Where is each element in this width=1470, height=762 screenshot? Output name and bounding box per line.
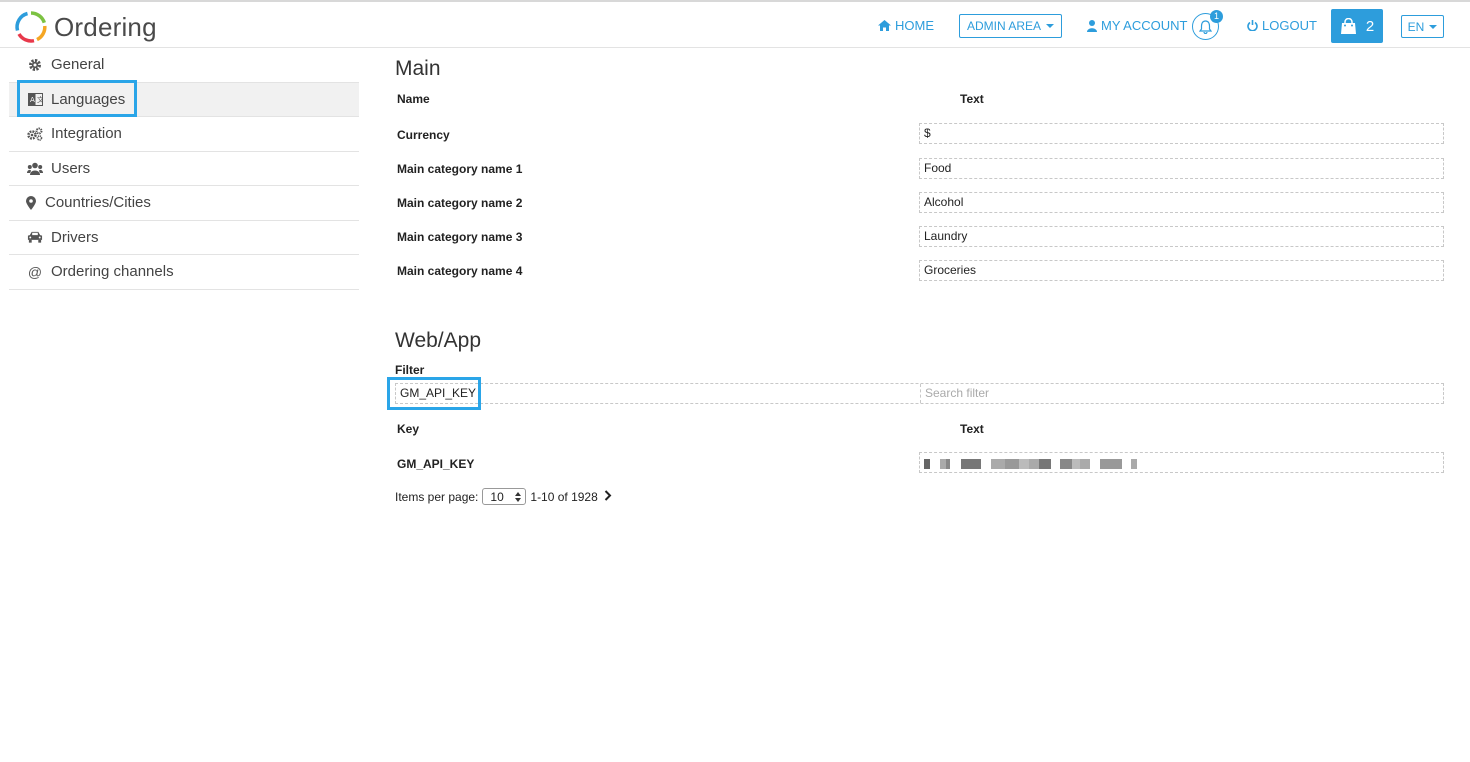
sidebar-item-label: General [51, 56, 105, 74]
row-label: Main category name 2 [397, 196, 523, 210]
table-header-row: Key Text [395, 422, 1444, 456]
sidebar-item-countries-cities[interactable]: Countries/Cities [9, 186, 359, 221]
caret-down-icon [1046, 24, 1055, 28]
text-value-input[interactable]: $ [919, 123, 1444, 144]
sidebar-item-label: Users [51, 159, 91, 177]
users-icon [27, 160, 43, 176]
sidebar-item-label: Countries/Cities [45, 194, 151, 212]
admin-area-label: ADMIN AREA [967, 19, 1042, 33]
home-link[interactable]: HOME [878, 18, 934, 33]
text-value-input[interactable]: Groceries [919, 260, 1444, 281]
table-header-row: Name Text [395, 92, 1444, 126]
page-range: 1-10 of 1928 [530, 489, 598, 504]
sidebar-item-label: Ordering channels [51, 263, 174, 281]
settings-sidebar: General A文 Languages Integration Users C… [9, 48, 359, 290]
language-label: EN [1407, 19, 1425, 34]
bell-icon [1199, 19, 1212, 34]
admin-area-dropdown[interactable]: ADMIN AREA [959, 14, 1063, 38]
my-account-label: MY ACCOUNT [1101, 18, 1188, 33]
filter-label: Filter [395, 363, 425, 377]
sidebar-item-users[interactable]: Users [9, 152, 359, 186]
items-per-page-value: 10 [490, 489, 504, 504]
table-row: Currency $ [395, 123, 1444, 157]
user-icon [1087, 19, 1097, 32]
column-header-name: Name [397, 92, 430, 106]
row-label: Currency [397, 128, 450, 142]
column-header-key: Key [397, 422, 420, 436]
sidebar-item-languages[interactable]: A文 Languages [9, 79, 359, 117]
text-value-input[interactable]: Laundry [919, 226, 1444, 247]
top-header: Ordering HOME ADMIN AREA MY ACCOUNT 1 LO… [0, 0, 1470, 48]
section-title-main: Main [395, 57, 441, 80]
selection-highlight [387, 377, 481, 410]
table-row: Main category name 3 Laundry [395, 225, 1444, 259]
sidebar-item-integration[interactable]: Integration [9, 117, 359, 152]
home-label: HOME [895, 18, 934, 33]
column-header-text: Text [960, 422, 984, 436]
items-per-page-label: Items per page: [395, 489, 479, 504]
text-value-input[interactable]: Alcohol [919, 192, 1444, 213]
table-row: Main category name 1 Food [395, 157, 1444, 191]
next-page-button[interactable] [604, 489, 612, 504]
redacted-value [924, 459, 1137, 469]
cart-count: 2 [1365, 17, 1375, 35]
text-value-input[interactable] [919, 452, 1444, 473]
sidebar-item-drivers[interactable]: Drivers [9, 221, 359, 255]
row-label: Main category name 3 [397, 230, 523, 244]
power-icon [1247, 20, 1258, 31]
sidebar-item-label: Drivers [51, 228, 99, 246]
map-marker-icon [23, 195, 39, 211]
row-key: GM_API_KEY [397, 457, 475, 471]
language-dropdown[interactable]: EN [1401, 15, 1444, 38]
table-row: Main category name 4 Groceries [395, 259, 1444, 293]
gears-icon [27, 126, 43, 142]
row-label: Main category name 1 [397, 162, 523, 176]
gear-icon [27, 57, 43, 73]
notification-count-badge: 1 [1210, 10, 1223, 23]
filter-text-input[interactable]: Search filter [920, 384, 1443, 403]
logout-link[interactable]: LOGOUT [1247, 18, 1317, 33]
text-value-input[interactable]: Food [919, 158, 1444, 179]
at-icon: @ [27, 263, 43, 280]
filter-row: GM_API_KEY Search filter [387, 377, 1444, 410]
ordering-logo-icon [15, 11, 47, 43]
sidebar-item-general[interactable]: General [9, 48, 359, 83]
chevron-right-icon [604, 489, 612, 501]
logout-label: LOGOUT [1262, 18, 1317, 33]
logo-text: Ordering [54, 11, 157, 42]
sidebar-item-ordering-channels[interactable]: @ Ordering channels [9, 255, 359, 290]
table-row: GM_API_KEY [395, 452, 1444, 486]
table-row: Main category name 2 Alcohol [395, 191, 1444, 225]
items-per-page-select[interactable]: 10 [482, 488, 527, 505]
section-title-webapp: Web/App [395, 329, 481, 352]
pagination: Items per page: 10 1-10 of 1928 [395, 488, 612, 505]
shopping-bag-icon [1340, 17, 1356, 34]
logo[interactable]: Ordering [14, 9, 157, 45]
sort-arrows-icon [515, 491, 522, 502]
home-icon [878, 20, 891, 31]
caret-down-icon [1429, 24, 1438, 29]
cart-button[interactable]: 2 [1331, 9, 1383, 43]
row-label: Main category name 4 [397, 264, 523, 278]
car-icon [27, 229, 43, 245]
sidebar-item-label: Integration [51, 125, 122, 143]
column-header-text: Text [960, 92, 984, 106]
selection-highlight [17, 79, 137, 117]
my-account-link[interactable]: MY ACCOUNT [1087, 18, 1187, 33]
